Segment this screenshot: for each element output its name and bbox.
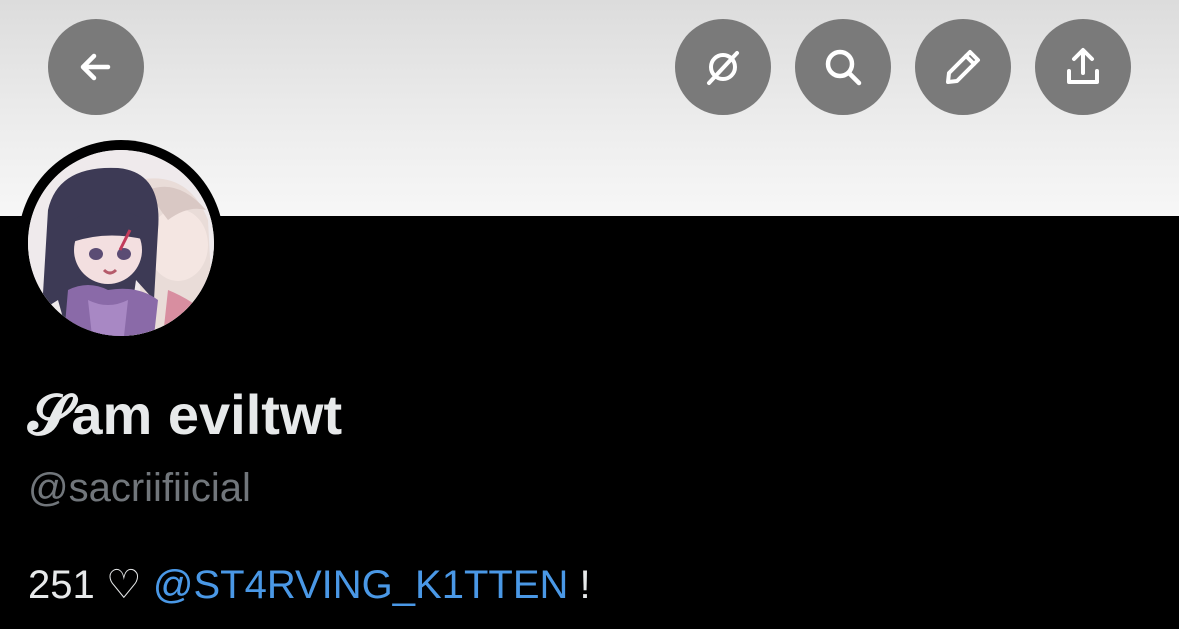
pencil-icon [946,50,980,84]
search-icon [825,49,862,86]
heart-icon: ♡ [105,563,142,607]
search-button[interactable] [795,19,891,115]
share-icon [1067,48,1099,84]
back-button[interactable] [48,19,144,115]
profile-bio: 251 ♡ @ST4RVING_K1TTEN ! [28,562,591,608]
avatar-frame[interactable] [18,140,224,346]
grok-button[interactable] [675,19,771,115]
edit-profile-button[interactable] [915,19,1011,115]
bio-mention-link[interactable]: @ST4RVING_K1TTEN [153,563,569,607]
avatar-image [28,150,214,336]
arrow-left-icon [80,53,111,81]
grok-icon [707,51,739,85]
avatar[interactable] [28,150,214,336]
bio-count: 251 [28,563,95,607]
display-name: 𝓢am eviltwt [28,383,343,446]
bio-suffix: ! [579,563,591,607]
share-button[interactable] [1035,19,1131,115]
profile-handle: @sacriifiicial [28,466,251,510]
